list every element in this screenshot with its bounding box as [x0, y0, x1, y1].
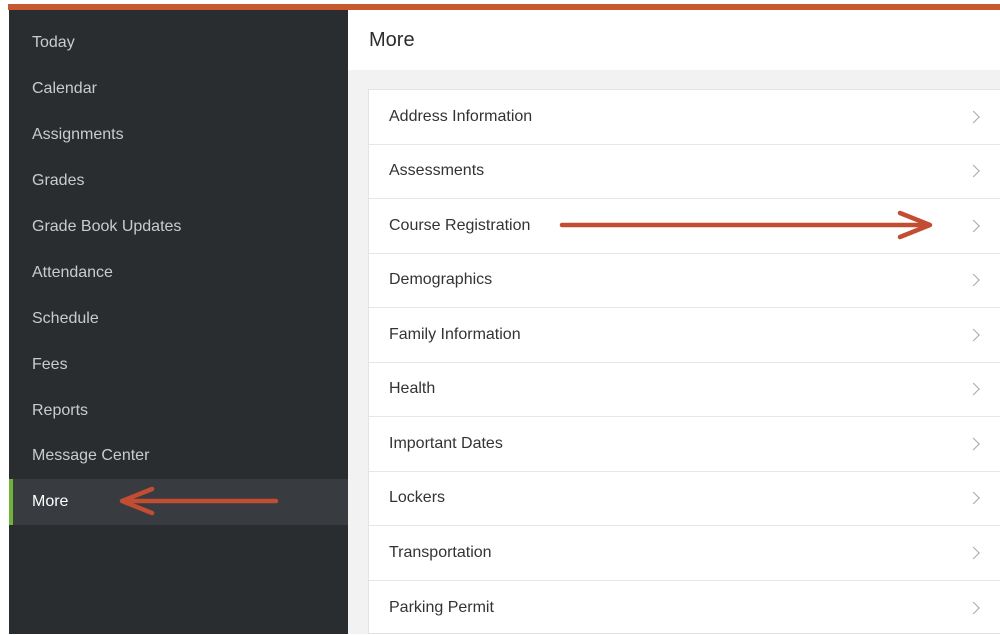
sidebar-item-label: Fees [32, 356, 68, 374]
top-bar [0, 0, 1000, 10]
list-item-family-information[interactable]: Family Information [369, 308, 1000, 363]
sidebar-item-grades[interactable]: Grades [9, 158, 348, 204]
sidebar-item-label: Message Center [32, 447, 149, 465]
chevron-right-icon [967, 437, 980, 450]
list-item-address-information[interactable]: Address Information [369, 90, 1000, 145]
sidebar-item-label: Schedule [32, 310, 99, 328]
chevron-right-icon [967, 328, 980, 341]
list-item-label: Family Information [389, 326, 521, 344]
chevron-right-icon [967, 165, 980, 178]
sidebar-item-label: More [32, 493, 68, 511]
page-header: More [348, 10, 1000, 70]
sidebar-item-label: Reports [32, 402, 88, 420]
list-item-parking-permit[interactable]: Parking Permit [369, 581, 1000, 635]
sidebar: Today Calendar Assignments Grades Grade … [9, 10, 348, 634]
list-item-label: Demographics [389, 271, 492, 289]
list-item-health[interactable]: Health [369, 363, 1000, 418]
chevron-right-icon [967, 546, 980, 559]
list-item-lockers[interactable]: Lockers [369, 472, 1000, 527]
sidebar-item-label: Today [32, 34, 75, 52]
list-item-transportation[interactable]: Transportation [369, 526, 1000, 581]
main-content: More Address Information Assessments Cou… [348, 10, 1000, 634]
chevron-right-icon [967, 110, 980, 123]
list-item-label: Course Registration [389, 217, 530, 235]
list-item-label: Address Information [389, 108, 532, 126]
list-item-label: Parking Permit [389, 599, 494, 617]
list-item-demographics[interactable]: Demographics [369, 254, 1000, 309]
list-item-label: Important Dates [389, 435, 503, 453]
sidebar-item-label: Attendance [32, 264, 113, 282]
arrow-right-icon [560, 210, 940, 240]
chevron-right-icon [967, 601, 980, 614]
list-item-label: Transportation [389, 544, 492, 562]
sidebar-item-label: Grade Book Updates [32, 218, 181, 236]
chevron-right-icon [967, 219, 980, 232]
more-options-list: Address Information Assessments Course R… [368, 89, 1000, 634]
sidebar-item-calendar[interactable]: Calendar [9, 66, 348, 112]
sidebar-item-reports[interactable]: Reports [9, 388, 348, 434]
sidebar-item-grade-book-updates[interactable]: Grade Book Updates [9, 204, 348, 250]
sidebar-item-label: Assignments [32, 126, 124, 144]
arrow-left-icon [118, 486, 280, 516]
list-item-label: Health [389, 380, 435, 398]
list-item-label: Assessments [389, 162, 484, 180]
sidebar-item-schedule[interactable]: Schedule [9, 296, 348, 342]
sidebar-item-label: Calendar [32, 80, 97, 98]
list-item-important-dates[interactable]: Important Dates [369, 417, 1000, 472]
chevron-right-icon [967, 492, 980, 505]
page-title: More [369, 29, 415, 52]
sidebar-item-assignments[interactable]: Assignments [9, 112, 348, 158]
sidebar-item-today[interactable]: Today [9, 20, 348, 66]
list-item-assessments[interactable]: Assessments [369, 145, 1000, 200]
chevron-right-icon [967, 274, 980, 287]
chevron-right-icon [967, 383, 980, 396]
list-item-label: Lockers [389, 489, 445, 507]
sidebar-item-attendance[interactable]: Attendance [9, 250, 348, 296]
sidebar-item-message-center[interactable]: Message Center [9, 433, 348, 479]
sidebar-item-label: Grades [32, 172, 84, 190]
sidebar-item-fees[interactable]: Fees [9, 342, 348, 388]
